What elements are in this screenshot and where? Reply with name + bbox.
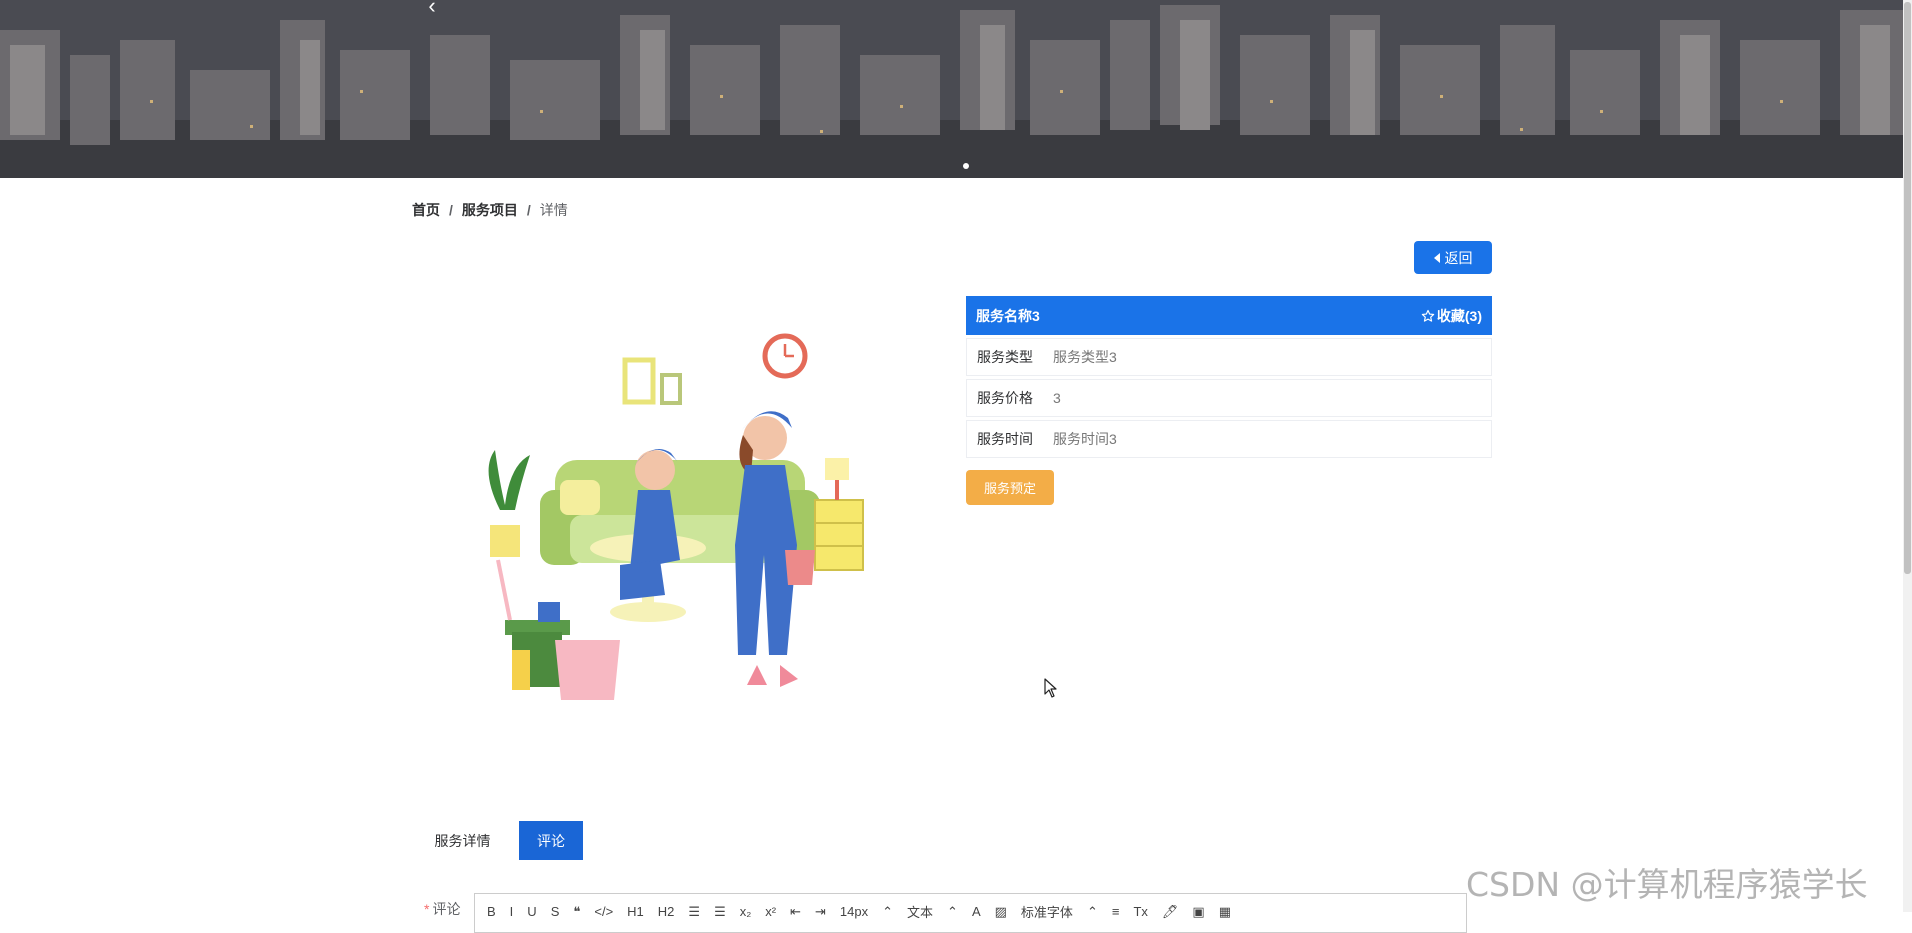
watermark: CSDN @计算机程序猿学长 xyxy=(1466,865,1868,904)
tab-service-detail[interactable]: 服务详情 xyxy=(420,821,505,860)
back-button[interactable]: 返回 xyxy=(1414,241,1492,274)
info-row-type: 服务类型 服务类型3 xyxy=(966,338,1492,376)
cleaning-service-illustration xyxy=(488,333,864,700)
breadcrumb-separator: / xyxy=(449,202,453,218)
page-scrollbar[interactable] xyxy=(1903,0,1912,912)
city-skyline-image xyxy=(0,0,1903,178)
tab-comment[interactable]: 评论 xyxy=(519,821,583,860)
info-label: 服务类型 xyxy=(977,349,1033,365)
breadcrumb-separator: / xyxy=(526,202,531,218)
service-title: 服务名称3 xyxy=(976,307,1040,324)
info-label: 服务时间 xyxy=(977,431,1033,447)
comment-label-text: 评论 xyxy=(432,901,461,917)
back-button-label: 返回 xyxy=(1444,249,1473,266)
book-service-button[interactable]: 服务预定 xyxy=(966,470,1054,505)
info-row-price: 服务价格 3 xyxy=(966,379,1492,417)
breadcrumb-current: 详情 xyxy=(539,202,568,218)
info-value: 服务时间3 xyxy=(1053,431,1117,447)
required-mark: * xyxy=(424,901,430,917)
comment-label: * 评论 xyxy=(424,899,460,919)
mouse-cursor-icon xyxy=(1044,678,1057,698)
service-info-header: 服务名称3 收藏(3) xyxy=(966,296,1492,335)
scrollbar-thumb[interactable] xyxy=(1904,2,1911,574)
info-row-time: 服务时间 服务时间3 xyxy=(966,420,1492,458)
favorite-label: 收藏(3) xyxy=(1436,307,1482,324)
carousel-indicator-dot[interactable] xyxy=(963,163,969,169)
info-label: 服务价格 xyxy=(977,390,1033,406)
breadcrumb: 首页 / 服务项目 / 详情 xyxy=(412,200,568,220)
breadcrumb-section[interactable]: 服务项目 xyxy=(462,200,518,220)
comment-rich-text-editor[interactable]: B I U S ❝ </> H1 H2 ☰ ☰ x₂ x² ⇤ ⇥ 14px ⌃ 文本 ⌃ A ▨ 标准字体 ⌃ ≡ Tx 🖊 ▣… xyxy=(474,893,1467,933)
caret-left-icon xyxy=(1433,252,1440,263)
star-outline-icon xyxy=(1421,309,1435,322)
favorite-button[interactable]: 收藏(3) xyxy=(1421,306,1482,326)
info-value: 服务类型3 xyxy=(1053,349,1117,365)
banner-carousel[interactable]: ‹ xyxy=(0,0,1903,178)
chevron-left-icon[interactable]: ‹ xyxy=(420,0,444,18)
info-value: 3 xyxy=(1053,390,1061,406)
breadcrumb-home[interactable]: 首页 xyxy=(412,200,440,220)
